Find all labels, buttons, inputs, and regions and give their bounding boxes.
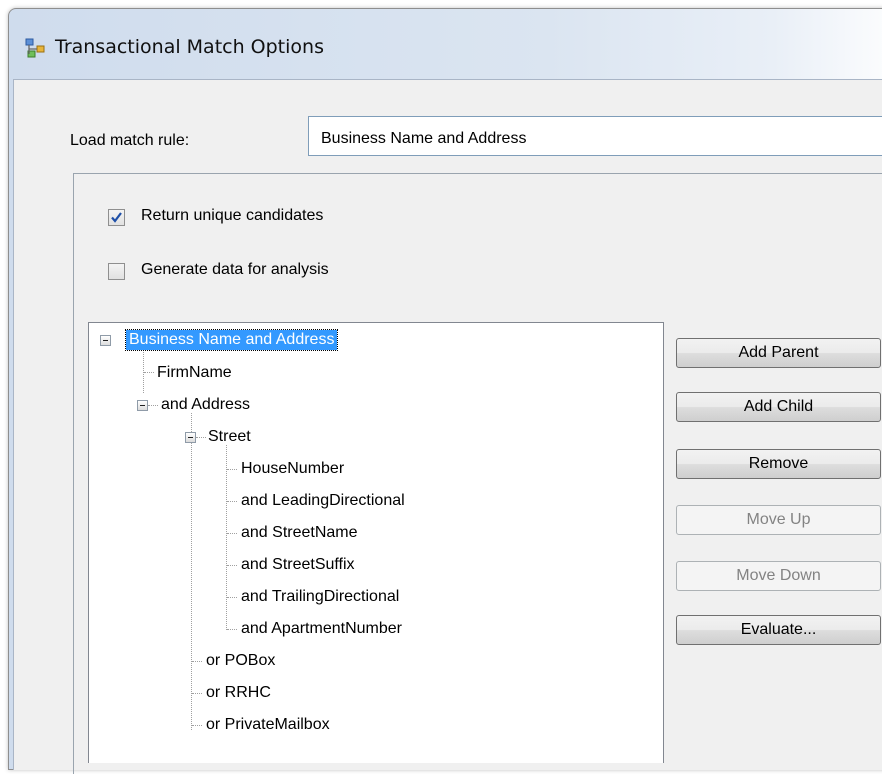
tree-connector [192,725,202,726]
match-rule-combobox[interactable]: Business Name and Address [308,116,882,156]
tree-connector [227,597,237,598]
load-match-rule-label: Load match rule: [70,132,190,149]
tree-network-icon [24,37,46,59]
tree-connector [227,565,237,566]
tree-connector [148,405,158,406]
evaluate-button[interactable]: Evaluate... [676,615,881,645]
tree-connector [227,501,237,502]
tree-connector [192,693,202,694]
collapse-toggle-icon[interactable] [137,400,148,411]
tree-node[interactable]: and TrailingDirectional [241,587,399,607]
tree-node[interactable]: or POBox [206,651,275,671]
tree-node[interactable]: and Address [161,395,250,415]
tree-connector [191,413,192,730]
tree-connector [227,629,237,630]
tree-node[interactable]: and LeadingDirectional [241,491,405,511]
remove-button[interactable]: Remove [676,449,881,479]
add-child-button[interactable]: Add Child [676,392,881,422]
tree-node[interactable]: and StreetName [241,523,358,543]
return-unique-label[interactable]: Return unique candidates [141,207,323,225]
checkmark-icon [111,212,122,223]
tree-node[interactable]: or PrivateMailbox [206,715,330,735]
move-up-button[interactable]: Move Up [676,505,881,535]
tree-connector [192,661,202,662]
generate-data-checkbox[interactable] [108,263,125,280]
tree-node[interactable]: HouseNumber [241,459,344,479]
tree-node[interactable]: Street [208,427,251,447]
tree-node[interactable]: and ApartmentNumber [241,619,402,639]
tree-connector [143,347,144,393]
collapse-toggle-icon[interactable] [100,335,111,346]
collapse-toggle-icon[interactable] [185,432,196,443]
tree-node[interactable]: or RRHC [206,683,271,703]
tree-node-root[interactable]: Business Name and Address [124,329,339,351]
tree-connector [196,437,206,438]
add-parent-button[interactable]: Add Parent [676,338,881,368]
generate-data-label[interactable]: Generate data for analysis [141,261,329,279]
tree-connector [227,533,237,534]
tree-node[interactable]: FirmName [157,363,232,383]
tree-connector [227,469,237,470]
move-down-button[interactable]: Move Down [676,561,881,591]
match-rule-tree[interactable]: Business Name and Address FirmName and A… [88,322,664,763]
return-unique-checkbox[interactable] [108,209,125,226]
tree-node[interactable]: and StreetSuffix [241,555,355,575]
tree-connector [226,445,227,630]
title-bar[interactable]: Transactional Match Options [9,9,882,79]
tree-connector [144,372,154,373]
window-title: Transactional Match Options [55,36,324,58]
